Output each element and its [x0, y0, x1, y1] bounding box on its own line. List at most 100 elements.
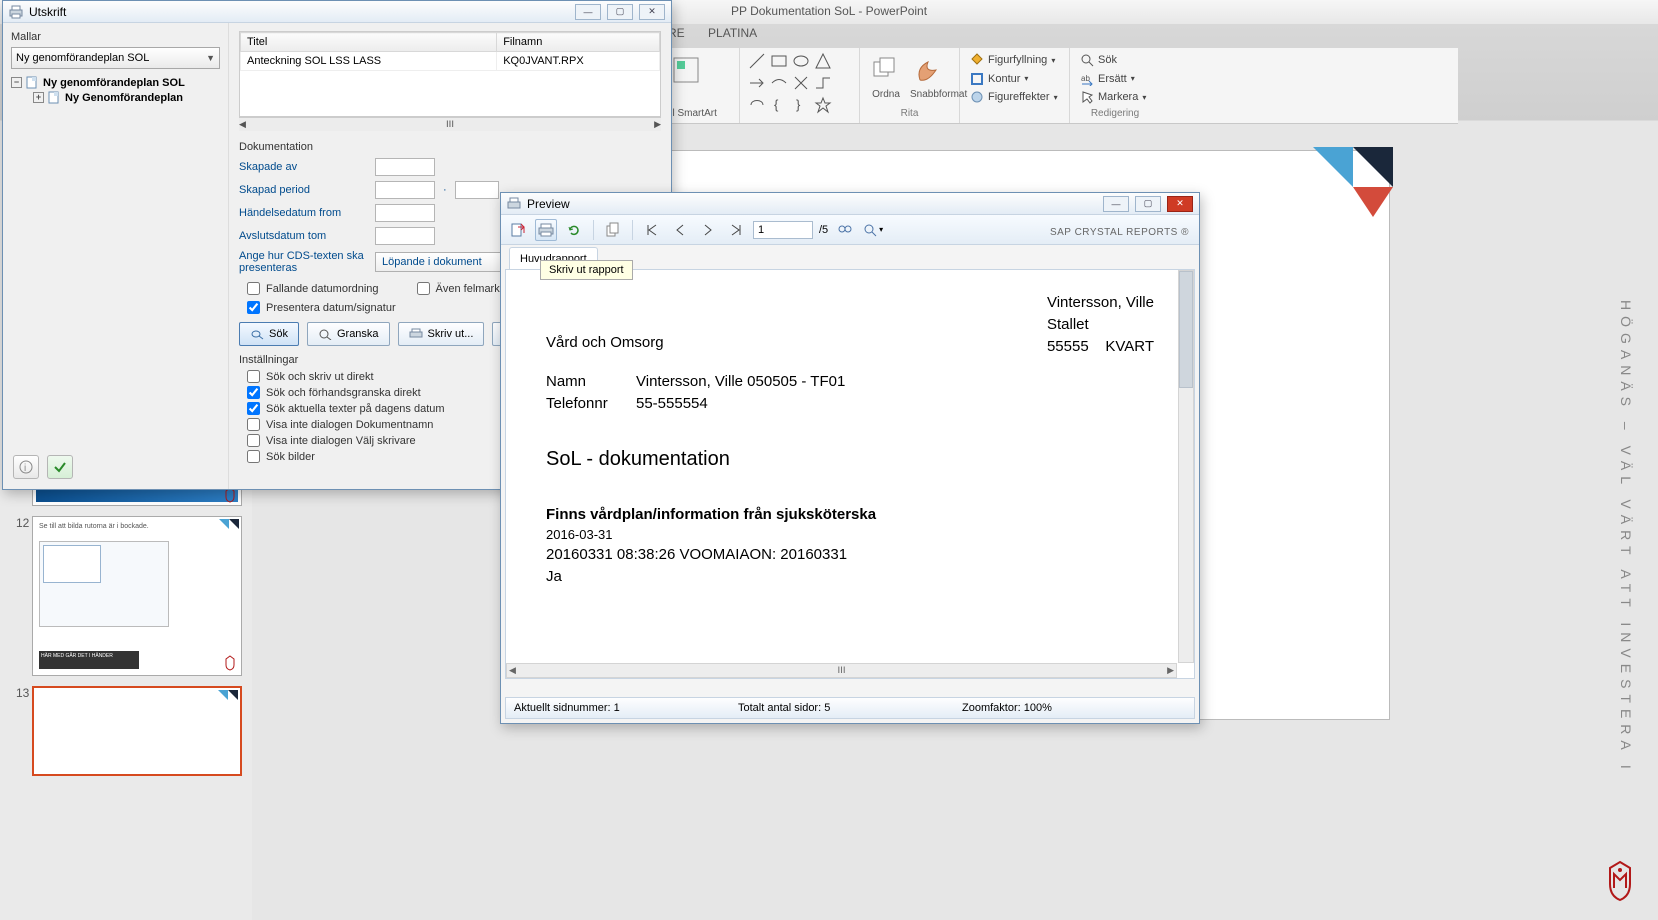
inst-cb1[interactable] — [247, 370, 260, 383]
granska-button[interactable]: Granska — [307, 322, 390, 346]
tree-item[interactable]: − Ny genomförandeplan SOL — [11, 75, 220, 90]
inst-cb3[interactable] — [247, 402, 260, 415]
table-row[interactable]: Anteckning SOL LSS LASSKQ0JVANT.RPX — [241, 52, 660, 71]
close-button[interactable]: ✕ — [1167, 196, 1193, 212]
utskrift-titlebar[interactable]: Utskrift — ▢ ✕ — [3, 1, 671, 23]
aven-checkbox[interactable] — [417, 282, 430, 295]
status-zoom: Zoomfaktor: 100% — [962, 702, 1186, 714]
recipient-street: Stallet — [1047, 314, 1154, 336]
printer-icon — [507, 197, 521, 211]
skrivut-button[interactable]: Skriv ut... — [398, 322, 485, 346]
tree-expand-icon[interactable]: + — [33, 92, 44, 103]
maximize-button[interactable]: ▢ — [1135, 196, 1161, 212]
preview-titlebar[interactable]: Preview — ▢ ✕ — [501, 193, 1199, 215]
inst-cb6[interactable] — [247, 450, 260, 463]
recipient-name: Vintersson, Ville — [1047, 292, 1154, 314]
preview-statusbar: Aktuellt sidnummer: 1 Totalt antal sidor… — [505, 697, 1195, 719]
skapad-period-from[interactable] — [375, 181, 435, 199]
slide-thumbnail[interactable]: Se till att bilda rutorna är i bockade. … — [32, 516, 242, 676]
horizontal-scrollbar[interactable]: ◀ⅠⅠⅠ▶ — [239, 117, 661, 131]
skapad-period-label: Skapad period — [239, 184, 367, 196]
prev-page-button[interactable] — [669, 219, 691, 241]
inst-cb2[interactable] — [247, 386, 260, 399]
tel-label: Telefonnr — [546, 393, 636, 415]
svg-text:{: { — [774, 97, 779, 112]
zoom-button[interactable]: ▾ — [862, 219, 884, 241]
page-number-input[interactable]: 1 — [753, 221, 813, 239]
print-tooltip: Skriv ut rapport — [540, 260, 633, 280]
slide-side-text: HÖGANÄS – VÄL VÄRT ATT INVESTERA I — [1618, 300, 1634, 775]
status-current-page: Aktuellt sidnummer: 1 — [514, 702, 738, 714]
dept: Vård och Omsorg — [546, 334, 664, 351]
slide-decoration — [1313, 147, 1393, 227]
maximize-button[interactable]: ▢ — [607, 4, 633, 20]
section-heading: Finns vårdplan/information från sjuksköt… — [546, 504, 1154, 526]
sok-menu[interactable]: Sök — [1078, 52, 1119, 68]
utskrift-title: Utskrift — [29, 5, 66, 19]
slide-thumbnail-selected[interactable] — [32, 686, 242, 776]
preview-title: Preview — [527, 197, 570, 211]
avslutsdatum-label: Avslutsdatum tom — [239, 230, 367, 242]
markera-menu[interactable]: Markera▾ — [1078, 89, 1148, 105]
cds-dropdown[interactable]: Löpande i dokument — [375, 252, 505, 272]
shapes-gallery[interactable]: { } — [748, 52, 851, 114]
sok-button[interactable]: Sök — [239, 322, 299, 346]
ribbon-tab[interactable]: PLATINA — [708, 26, 757, 40]
inst-cb4[interactable] — [247, 418, 260, 431]
ordna-button[interactable] — [868, 52, 904, 88]
slide-logo — [1600, 858, 1640, 904]
skapade-av-label: Skapade av — [239, 161, 367, 173]
recipient-city: KVART — [1105, 338, 1154, 355]
mallar-combo[interactable]: Ny genomförandeplan SOL▼ — [11, 47, 220, 69]
last-page-button[interactable] — [725, 219, 747, 241]
snabbformat-button[interactable] — [910, 52, 946, 88]
col-titel[interactable]: Titel — [241, 33, 497, 52]
inst-cb5[interactable] — [247, 434, 260, 447]
kontur-menu[interactable]: Kontur▾ — [968, 71, 1030, 87]
handelsedatum-input[interactable] — [375, 204, 435, 222]
minimize-button[interactable]: — — [575, 4, 601, 20]
refresh-button[interactable] — [563, 219, 585, 241]
crystal-reports-label: SAP CRYSTAL REPORTS ® — [1050, 227, 1189, 238]
tree-collapse-icon[interactable]: − — [11, 77, 22, 88]
slide-number: 12 — [16, 516, 29, 530]
next-page-button[interactable] — [697, 219, 719, 241]
report-heading: SoL - dokumentation — [546, 445, 1154, 474]
answer: Ja — [546, 566, 1154, 588]
skapad-period-to[interactable] — [455, 181, 499, 199]
printer-icon — [9, 5, 23, 19]
info-button[interactable]: i — [13, 455, 39, 479]
mallar-label: Mallar — [11, 31, 220, 43]
tel-value: 55-555554 — [636, 393, 708, 415]
log-line: 20160331 08:38:26 VOOMAIAON: 20160331 — [546, 544, 1154, 566]
print-button[interactable] — [535, 219, 557, 241]
ersatt-menu[interactable]: abErsätt▾ — [1078, 71, 1137, 87]
mallar-tree[interactable]: − Ny genomförandeplan SOL + Ny Genomföra… — [11, 75, 220, 105]
close-button[interactable]: ✕ — [639, 4, 665, 20]
figureffekter-menu[interactable]: Figureffekter▾ — [968, 89, 1060, 105]
slide-thumbnail-panel: 12 Se till att bilda rutorna är i bockad… — [0, 470, 252, 920]
accept-button[interactable] — [47, 455, 73, 479]
figurfyllning-menu[interactable]: Figurfyllning▾ — [968, 52, 1057, 68]
col-filnamn[interactable]: Filnamn — [497, 33, 660, 52]
export-button[interactable] — [507, 219, 529, 241]
cds-label: Ange hur CDS-texten ska presenteras — [239, 250, 367, 274]
powerpoint-ribbon-tabs: ARE PLATINA — [660, 26, 777, 50]
presentera-checkbox[interactable] — [247, 301, 260, 314]
svg-text:i: i — [24, 463, 26, 474]
avslutsdatum-input[interactable] — [375, 227, 435, 245]
copy-button[interactable] — [602, 219, 624, 241]
vertical-scrollbar[interactable] — [1178, 270, 1194, 663]
horizontal-scrollbar[interactable]: ◀ⅠⅠⅠ▶ — [506, 663, 1177, 678]
ribbon-btn-smartart[interactable]: ill SmartArt — [668, 108, 731, 119]
skapade-av-input[interactable] — [375, 158, 435, 176]
document-grid[interactable]: TitelFilnamn Anteckning SOL LSS LASSKQ0J… — [239, 31, 661, 117]
first-page-button[interactable] — [641, 219, 663, 241]
powerpoint-title: PP Dokumentation SoL - PowerPoint — [731, 4, 927, 18]
tree-item[interactable]: + Ny Genomförandeplan — [11, 90, 220, 105]
recipient-zip: 55555 — [1047, 338, 1089, 355]
section-date: 2016-03-31 — [546, 526, 1154, 545]
minimize-button[interactable]: — — [1103, 196, 1129, 212]
find-button[interactable] — [834, 219, 856, 241]
fallande-checkbox[interactable] — [247, 282, 260, 295]
